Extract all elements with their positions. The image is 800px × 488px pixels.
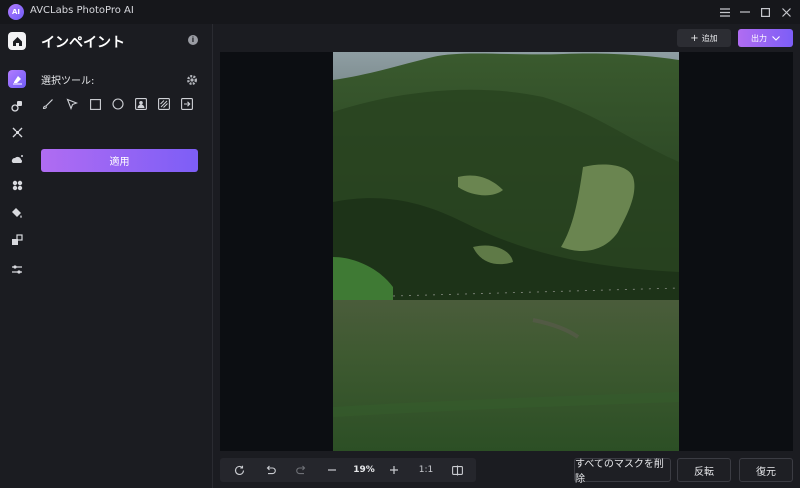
undo-icon[interactable] [263, 462, 277, 478]
clear-all-masks-button[interactable]: すべてのマスクを削除 [574, 458, 671, 485]
import-mask-icon[interactable] [180, 97, 194, 111]
background-icon[interactable] [8, 231, 26, 249]
inpaint-panel: インペイント i 選択ツール: 適用 [34, 24, 212, 488]
adjust-icon[interactable] [8, 260, 26, 278]
colorize-icon[interactable] [8, 204, 26, 222]
expand-icon[interactable] [8, 123, 26, 141]
close-icon[interactable] [778, 4, 794, 20]
chevron-down-icon [772, 34, 780, 43]
menu-icon[interactable] [717, 4, 733, 20]
title-bar: AI AVCLabs PhotoPro AI [0, 0, 800, 24]
zoom-out-icon[interactable] [325, 462, 339, 478]
selection-tool-label: 選択ツール: [41, 76, 95, 87]
maximize-icon[interactable] [757, 4, 773, 20]
portrait-select-icon[interactable] [134, 97, 148, 111]
hatch-select-icon[interactable] [157, 97, 171, 111]
rectangle-icon[interactable] [88, 97, 102, 111]
app-logo-icon: AI [8, 4, 24, 20]
zoom-in-icon[interactable] [387, 462, 401, 478]
ellipse-icon[interactable] [111, 97, 125, 111]
brush-icon[interactable] [41, 97, 55, 111]
panel-divider [212, 24, 213, 488]
minimize-icon[interactable] [737, 4, 753, 20]
selection-tools [41, 97, 201, 113]
redo-icon[interactable] [294, 462, 308, 478]
info-icon[interactable]: i [188, 35, 198, 45]
enhance-icon[interactable] [8, 176, 26, 194]
restore-button[interactable]: 復元 [739, 458, 793, 482]
tool-rail [0, 24, 34, 488]
gear-icon[interactable] [186, 71, 198, 85]
add-button-label: 追加 [701, 33, 718, 43]
refresh-icon[interactable] [232, 462, 246, 478]
export-button-label: 出力 [751, 33, 767, 43]
object-remove-icon[interactable] [8, 97, 26, 115]
invert-button[interactable]: 反転 [677, 458, 731, 482]
sky-replace-icon[interactable] [8, 150, 26, 168]
pointer-icon[interactable] [65, 97, 79, 111]
zoom-toolbar: 19% 1:1 [220, 458, 476, 482]
app-title: AVCLabs PhotoPro AI [30, 5, 134, 16]
apply-button[interactable]: 適用 [41, 149, 198, 172]
landscape-photo [333, 52, 679, 451]
inpaint-icon[interactable] [8, 70, 26, 88]
plus-icon: + [690, 32, 699, 44]
zoom-level: 19% [353, 465, 375, 475]
home-icon[interactable] [8, 32, 26, 50]
export-button[interactable]: 出力 [738, 29, 793, 47]
compare-icon[interactable] [450, 462, 464, 478]
add-button[interactable]: + 追加 [677, 29, 731, 47]
panel-title: インペイント [41, 35, 125, 51]
actual-size-button[interactable]: 1:1 [416, 462, 436, 478]
image-canvas[interactable] [220, 52, 793, 451]
